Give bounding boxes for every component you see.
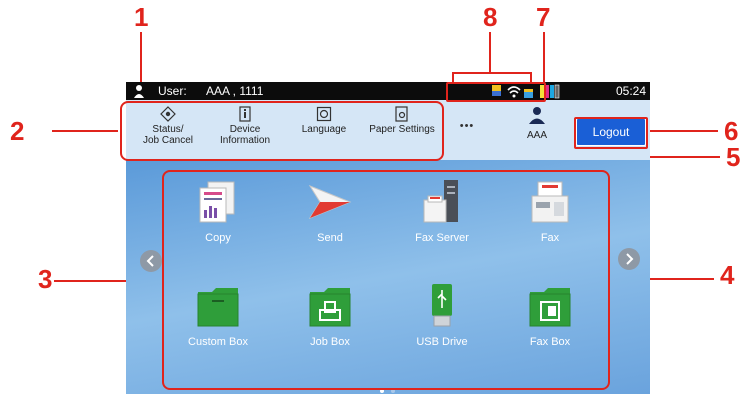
callout-1: 1 xyxy=(134,2,149,32)
highlight-box-logout xyxy=(574,117,648,149)
callout-line-2 xyxy=(52,130,118,132)
scroll-right-button[interactable] xyxy=(618,248,640,270)
callout-5: 5 xyxy=(726,142,741,172)
callout-line-6 xyxy=(646,130,718,132)
user-button-label: AAA xyxy=(526,130,547,141)
callout-2: 2 xyxy=(10,116,25,146)
callout-4: 4 xyxy=(720,260,735,290)
user-button[interactable]: AAA xyxy=(512,106,562,141)
callout-line-8b xyxy=(452,72,532,74)
callout-line-7 xyxy=(543,32,545,86)
highlight-box-status-icons xyxy=(446,82,546,102)
highlight-box-quick-buttons xyxy=(120,101,444,161)
chevron-right-icon xyxy=(626,253,634,265)
callout-line-1 xyxy=(140,32,142,84)
user-icon xyxy=(529,107,545,124)
status-user-value: AAA , 1111 xyxy=(206,84,264,98)
chevron-left-icon xyxy=(146,255,154,267)
callout-7: 7 xyxy=(536,2,551,32)
callout-6: 6 xyxy=(724,116,739,146)
scroll-left-button[interactable] xyxy=(140,250,162,272)
callout-3: 3 xyxy=(38,264,53,294)
callout-8: 8 xyxy=(483,2,498,32)
status-user-label: User: xyxy=(158,84,187,98)
callout-line-8a xyxy=(489,32,491,72)
highlight-box-app-area xyxy=(162,170,610,390)
status-time: 05:24 xyxy=(615,84,646,98)
callout-line-4 xyxy=(642,278,714,280)
status-bar: User: AAA , 1111 05:24 xyxy=(126,82,650,100)
user-icon xyxy=(134,85,144,98)
more-button[interactable]: ••• xyxy=(452,120,482,132)
